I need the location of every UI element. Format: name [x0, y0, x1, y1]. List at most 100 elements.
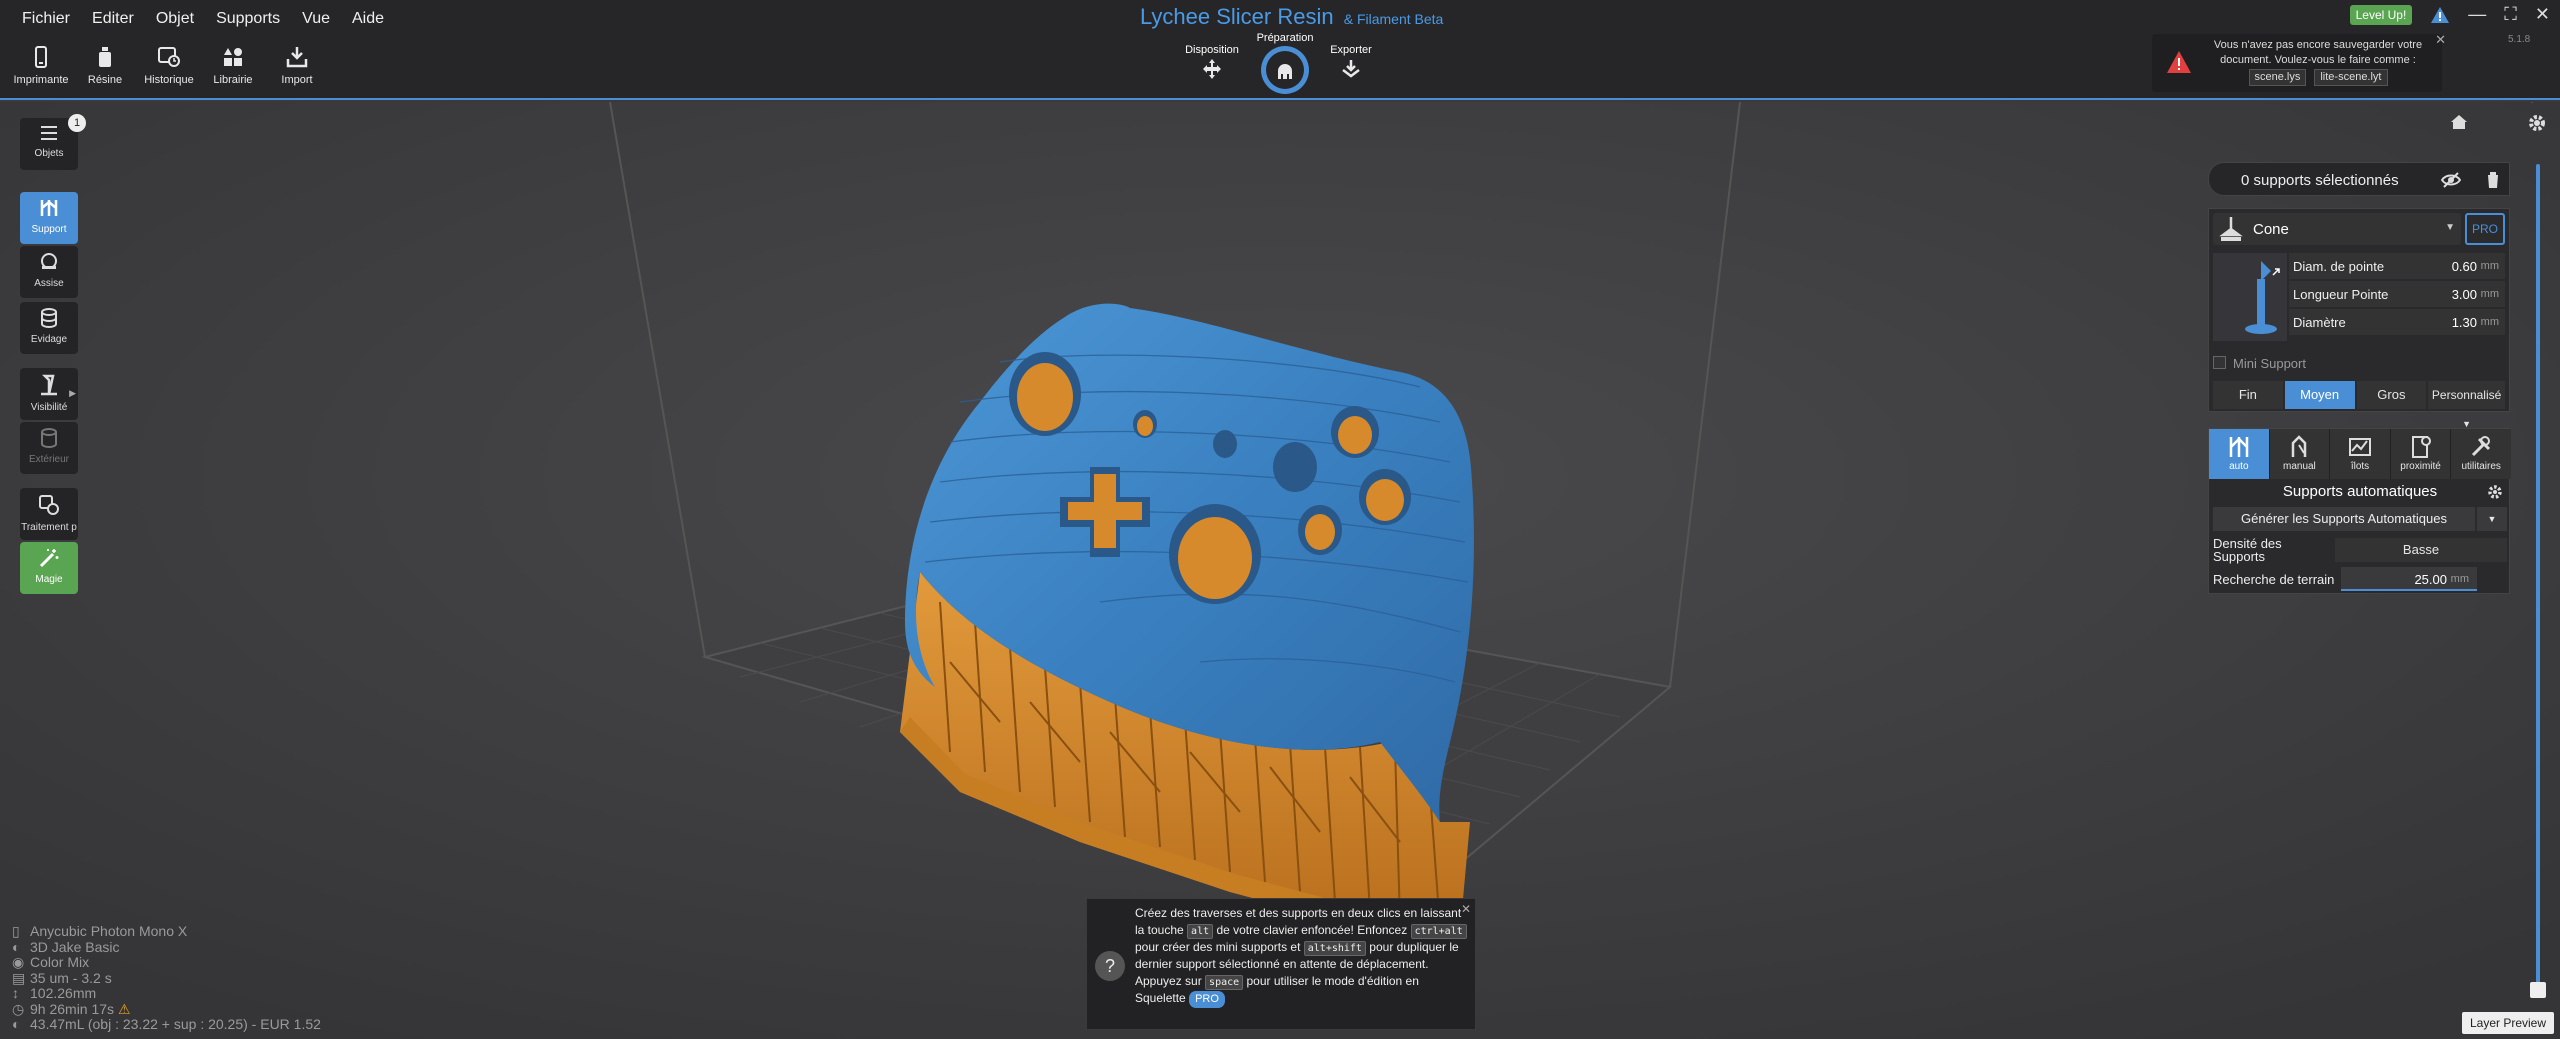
layer-preview-button[interactable]: Layer Preview	[2462, 1012, 2554, 1034]
app-title-text: Lychee Slicer Resin	[1140, 4, 1334, 29]
objects-count-badge: 1	[68, 114, 86, 132]
support-type-panel: Cone ▼ PRO Diam. de pointe 0.60 mm Longu…	[2208, 208, 2510, 429]
minimize-icon[interactable]: —	[2468, 4, 2486, 25]
mini-support-checkbox[interactable]	[2213, 356, 2226, 369]
pro-button[interactable]: PRO	[2465, 213, 2505, 245]
printer-name: Anycubic Photon Mono X	[30, 923, 188, 939]
menu-vue[interactable]: Vue	[294, 6, 344, 32]
tab-manual-label: manual	[2282, 461, 2316, 472]
tip-text-3a: Appuyez sur	[1135, 974, 1202, 988]
visibility-expand-icon[interactable]: ▶	[69, 388, 76, 399]
toolbar-import-label: Import	[281, 74, 313, 86]
processing-icon	[39, 495, 59, 515]
close-tip-icon[interactable]: ✕	[1461, 901, 1471, 918]
layers-icon: ▤	[12, 969, 26, 986]
density-select[interactable]: Basse	[2335, 538, 2507, 562]
top-bar: Fichier Editer Objet Supports Vue Aide L…	[0, 0, 2560, 100]
view-cube[interactable]	[2504, 102, 2560, 106]
close-notice-icon[interactable]: ✕	[2435, 32, 2446, 47]
unsaved-notice-text: Vous n'avez pas encore sauvegarder votre…	[2213, 39, 2423, 66]
view-cube-icon[interactable]	[2504, 102, 2560, 106]
left-tool-visibility[interactable]: Visibilité ▶	[20, 368, 78, 420]
left-tool-processing[interactable]: Traitement p	[20, 488, 78, 540]
mode-switcher: Disposition Préparation Exporter	[1180, 32, 1380, 102]
menu-fichier[interactable]: Fichier	[14, 6, 84, 32]
mini-support-label: Mini Support	[2233, 356, 2306, 371]
toolbar-resin-label: Résine	[87, 74, 123, 86]
left-tool-objects[interactable]: Objets 1	[20, 114, 86, 170]
islands-icon	[2348, 438, 2371, 456]
maximize-icon[interactable]: ⛶	[2504, 4, 2517, 25]
tab-islands-label: îlots	[2350, 461, 2370, 472]
delete-supports-icon[interactable]	[2485, 171, 2501, 189]
selection-bar: 0 supports sélectionnés	[2208, 162, 2510, 196]
tip-key-alt: alt	[1187, 924, 1214, 939]
close-window-icon[interactable]: ✕	[2535, 4, 2550, 25]
mode-export[interactable]: Exporter	[1326, 44, 1376, 82]
generate-options-dropdown[interactable]: ▼	[2477, 507, 2507, 531]
app-subtitle: & Filament Beta	[1343, 11, 1444, 27]
toolbar-resin[interactable]: Résine	[76, 46, 134, 86]
left-tool-evidage-label: Evidage	[30, 334, 68, 345]
save-as-lys-button[interactable]: scene.lys	[2248, 69, 2307, 86]
generate-auto-supports-button[interactable]: Générer les Supports Automatiques	[2213, 507, 2475, 531]
tip-diameter-input[interactable]: 0.60	[2452, 259, 2477, 274]
terrain-search-field[interactable]: 25.00 mm	[2341, 567, 2477, 591]
mode-preparation[interactable]: Préparation	[1250, 32, 1320, 94]
left-tool-evidage[interactable]: Evidage	[20, 302, 78, 354]
toolbar-printer-label: Imprimante	[13, 74, 69, 86]
home-view-icon[interactable]	[2450, 114, 2468, 130]
toolbar-import[interactable]: Import	[268, 46, 326, 86]
exterior-icon	[41, 428, 57, 448]
palette-icon: ◉	[12, 954, 25, 970]
hide-supports-icon[interactable]	[2441, 172, 2461, 188]
tip-length-input[interactable]: 3.00	[2452, 287, 2477, 302]
auto-supports-title: Supports automatiques	[2282, 483, 2438, 500]
tab-proximity[interactable]: proximité	[2389, 429, 2451, 479]
left-tool-magic[interactable]: Magie	[20, 542, 78, 594]
warning-icon[interactable]	[2430, 6, 2450, 24]
density-label: Densité des Supports	[2213, 536, 2282, 564]
terrain-search-unit: mm	[2450, 573, 2469, 585]
menu-aide[interactable]: Aide	[344, 6, 398, 32]
menu-objet[interactable]: Objet	[148, 6, 208, 32]
toolbar-library[interactable]: Librairie	[204, 46, 262, 86]
tab-utilities[interactable]: utilitaires	[2450, 429, 2511, 479]
size-fin-button[interactable]: Fin	[2213, 381, 2283, 409]
size-custom-dropdown[interactable]: Personnalisé ▼	[2428, 381, 2505, 429]
tip-text-1b: de votre clavier enfoncée! Enfoncez	[1216, 923, 1408, 937]
auto-settings-gear-icon[interactable]	[2487, 484, 2503, 500]
volume-icon: ◐	[12, 1016, 21, 1032]
menu-editer[interactable]: Editer	[84, 6, 148, 32]
save-as-lyt-button[interactable]: lite-scene.lyt	[2314, 69, 2388, 86]
window-controls: Level Up! — ⛶ ✕	[2349, 4, 2550, 25]
layer-scrollbar[interactable]	[2536, 164, 2540, 994]
move-arrows-icon	[1203, 59, 1221, 79]
left-tool-processing-label: Traitement p	[21, 522, 77, 533]
preparation-icon	[1278, 64, 1292, 79]
preparation-active-indicator	[1261, 46, 1309, 94]
tip-key-space: space	[1205, 975, 1244, 990]
support-type-select[interactable]: Cone ▼	[2213, 213, 2461, 245]
left-tool-support[interactable]: Support	[20, 192, 78, 244]
size-gros-button[interactable]: Gros	[2356, 381, 2427, 409]
toolbar-printer[interactable]: Imprimante	[12, 46, 70, 86]
layer-slider-handle[interactable]	[2530, 982, 2546, 998]
menu-supports[interactable]: Supports	[208, 6, 294, 32]
tab-islands[interactable]: îlots	[2329, 429, 2390, 479]
visibility-icon	[41, 374, 57, 396]
toolbar-history[interactable]: Historique	[140, 46, 198, 86]
tab-auto[interactable]: auto	[2209, 429, 2269, 479]
printer-icon	[35, 46, 47, 68]
view-settings-gear-icon[interactable]	[2528, 114, 2546, 132]
tab-manual[interactable]: manual	[2268, 429, 2330, 479]
mode-disposition[interactable]: Disposition	[1184, 44, 1240, 82]
diameter-input[interactable]: 1.30	[2452, 315, 2477, 330]
help-icon: ?	[1095, 951, 1125, 981]
tab-utilities-label: utilitaires	[2461, 461, 2501, 472]
height-info-row: ↕ 102.26mm	[12, 985, 321, 1002]
left-tool-assise[interactable]: Assise	[20, 246, 78, 298]
size-moyen-button[interactable]: Moyen	[2284, 381, 2355, 409]
resin-info-row: ◐ 3D Jake Basic	[12, 939, 321, 956]
level-up-button[interactable]: Level Up!	[2349, 4, 2413, 25]
